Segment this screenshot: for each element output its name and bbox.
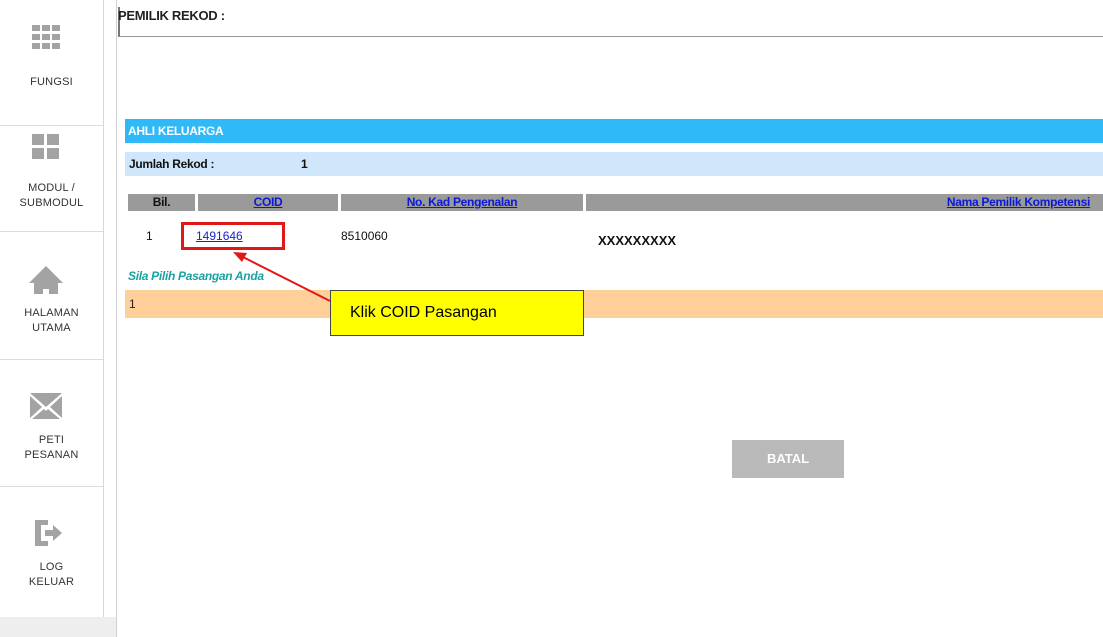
logout-icon bbox=[35, 520, 62, 546]
home-icon bbox=[29, 266, 63, 294]
pick-partner-label: Sila Pilih Pasangan Anda bbox=[128, 269, 264, 283]
column-header-ic-link[interactable]: No. Kad Pengenalan bbox=[407, 195, 518, 209]
sidebar-item-label: MODUL / bbox=[28, 182, 75, 194]
sidebar-item-label: LOG bbox=[39, 561, 64, 573]
column-header-coid[interactable]: COID bbox=[198, 194, 338, 211]
tiles-icon bbox=[32, 134, 59, 159]
sidebar-item-label: PETI bbox=[38, 434, 65, 446]
owner-record-label: PEMILIK REKOD : bbox=[118, 8, 225, 23]
sidebar-item-label: FUNGSI bbox=[30, 76, 73, 88]
sidebar-item-label: KELUAR bbox=[28, 576, 75, 588]
sidebar-item-log-keluar[interactable]: LOG KELUAR bbox=[0, 488, 103, 614]
column-header-name-link[interactable]: Nama Pemilik Kompetensi bbox=[947, 195, 1090, 209]
grid-icon bbox=[32, 25, 60, 49]
record-count-row: Jumlah Rekod : 1 bbox=[125, 152, 1103, 176]
sidebar: FUNGSI MODUL / SUBMODUL HALAMAN UTAMA PE bbox=[0, 0, 104, 617]
cell-bil: 1 bbox=[146, 229, 153, 243]
sidebar-footer bbox=[0, 617, 117, 637]
sidebar-item-label: HALAMAN bbox=[24, 307, 79, 319]
column-header-name[interactable]: Nama Pemilik Kompetensi bbox=[586, 194, 1103, 211]
partner-row[interactable]: 1 bbox=[125, 290, 1103, 318]
cell-name: XXXXXXXXX bbox=[598, 233, 677, 248]
highlight-box bbox=[181, 222, 285, 250]
sidebar-item-label: PESANAN bbox=[24, 449, 79, 461]
callout-label: Klik COID Pasangan bbox=[330, 290, 584, 336]
sidebar-item-peti-pesanan[interactable]: PETI PESANAN bbox=[0, 361, 103, 487]
owner-record-field bbox=[118, 7, 1103, 37]
sidebar-item-label: SUBMODUL bbox=[19, 197, 84, 209]
column-header-bil: Bil. bbox=[128, 194, 195, 211]
column-header-ic[interactable]: No. Kad Pengenalan bbox=[341, 194, 583, 211]
batal-button[interactable]: BATAL bbox=[732, 440, 844, 478]
column-header-coid-link[interactable]: COID bbox=[254, 195, 283, 209]
record-count-value: 1 bbox=[301, 157, 308, 171]
sidebar-item-label: UTAMA bbox=[32, 322, 71, 334]
sidebar-item-halaman-utama[interactable]: HALAMAN UTAMA bbox=[0, 234, 103, 360]
sidebar-item-modul[interactable]: MODUL / SUBMODUL bbox=[0, 106, 103, 232]
cell-ic: 8510060 bbox=[341, 229, 388, 243]
partner-row-value: 1 bbox=[129, 297, 136, 311]
record-count-label: Jumlah Rekod : bbox=[129, 157, 215, 171]
section-header: AHLI KELUARGA bbox=[125, 119, 1103, 143]
divider bbox=[116, 0, 117, 637]
mail-icon bbox=[30, 393, 62, 419]
